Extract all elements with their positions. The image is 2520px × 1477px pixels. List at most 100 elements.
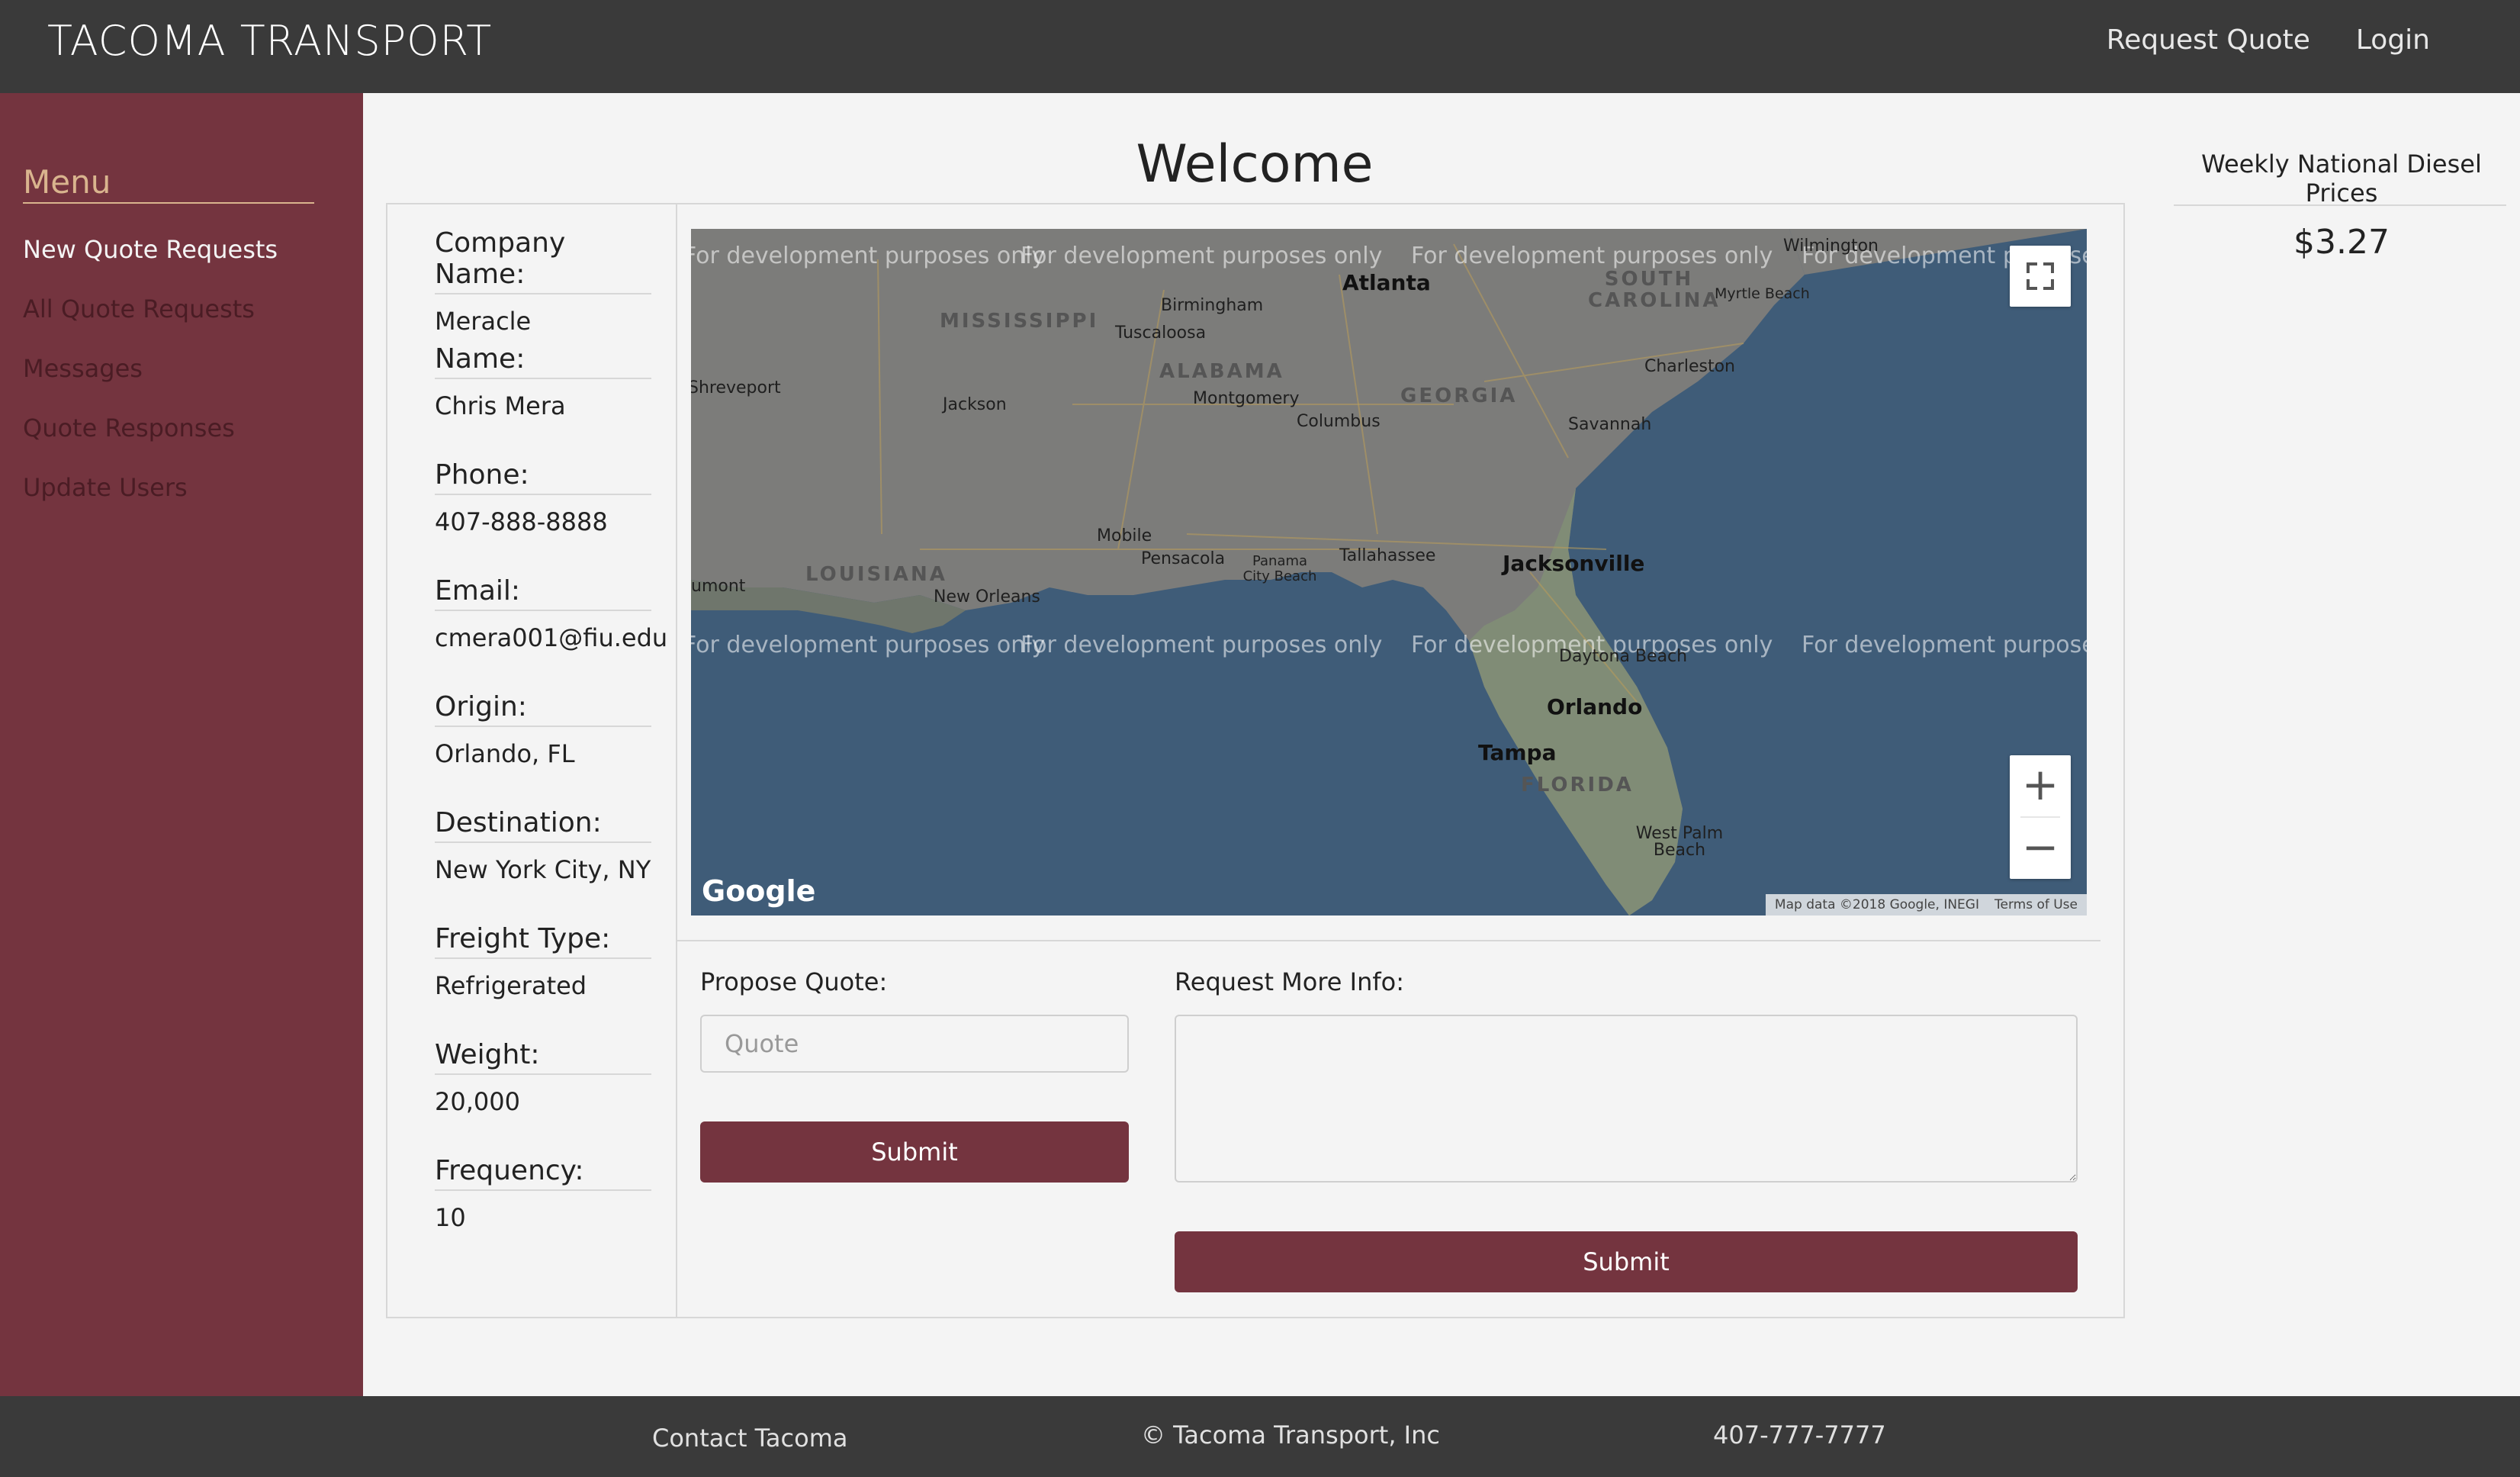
sidebar-item-messages[interactable]: Messages [23, 354, 278, 413]
terms-of-use-link[interactable]: Terms of Use [1994, 897, 2078, 912]
map-city-label: West Palm Beach [1635, 824, 1724, 860]
map-city-label: Jacksonville [1503, 551, 1645, 576]
sidebar-item-all-quote-requests[interactable]: All Quote Requests [23, 294, 278, 354]
menu-title: Menu [23, 163, 314, 204]
top-navbar: TACOMA TRANSPORT Request Quote Login [0, 0, 2520, 93]
detail-value: Meracle [435, 307, 532, 336]
detail-value: New York City, NY [435, 855, 651, 884]
google-logo[interactable]: Google [702, 874, 815, 908]
detail-value: 10 [435, 1203, 466, 1232]
detail-label: Origin: [435, 691, 651, 727]
map-city-label: Panama City Beach [1242, 553, 1317, 584]
map-city-label: Columbus [1297, 412, 1381, 431]
map-data-credit: Map data ©2018 Google, INEGI [1774, 897, 1979, 912]
detail-label: Weight: [435, 1039, 651, 1075]
detail-value: Refrigerated [435, 971, 587, 1000]
propose-quote-label: Propose Quote: [700, 967, 888, 996]
map-city-label: Montgomery [1193, 389, 1300, 408]
map-attribution: Map data ©2018 Google, INEGI Terms of Us… [1765, 894, 2087, 915]
map-city-label: Jackson [943, 395, 1007, 414]
map-city-label: umont [691, 577, 746, 596]
detail-destination: Destination: New York City, NY [435, 807, 651, 923]
zoom-out-button[interactable]: − [2010, 818, 2071, 879]
sidebar-item-quote-responses[interactable]: Quote Responses [23, 413, 278, 473]
detail-value: 20,000 [435, 1087, 520, 1116]
map-watermark: For development purposes only [691, 243, 1046, 269]
detail-email: Email: cmera001@fiu.edu [435, 575, 668, 691]
map-city-label: Orlando [1547, 694, 1643, 719]
detail-value: 407-888-8888 [435, 507, 608, 536]
diesel-divider [2174, 204, 2506, 206]
sidebar: Menu New Quote Requests All Quote Reques… [0, 93, 363, 1396]
map-state-label: GEORGIA [1400, 385, 1518, 407]
map-city-label: Charleston [1644, 357, 1735, 376]
map-watermark: For development purposes only [1021, 632, 1383, 658]
quote-input[interactable] [700, 1015, 1129, 1073]
map-watermark: For development purposes only [691, 632, 1046, 658]
map-state-label: FLORIDA [1521, 774, 1634, 796]
submit-more-info-button[interactable]: Submit [1175, 1231, 2078, 1292]
footer-phone: 407-777-7777 [1713, 1421, 1886, 1450]
detail-label: Destination: [435, 807, 651, 843]
request-details: Company Name: Meracle Name: Chris Mera P… [435, 227, 668, 1271]
detail-origin: Origin: Orlando, FL [435, 691, 651, 807]
map-city-label: Savannah [1568, 415, 1652, 434]
fullscreen-icon [2027, 262, 2054, 290]
page-title: Welcome [1136, 134, 1374, 195]
detail-label: Frequency: [435, 1155, 651, 1191]
map-city-label: Atlanta [1342, 270, 1431, 295]
map-city-label: Tallahassee [1339, 546, 1436, 565]
footer-copyright: © Tacoma Transport, Inc [1141, 1421, 1440, 1450]
detail-value: Orlando, FL [435, 739, 575, 768]
submit-quote-button[interactable]: Submit [700, 1121, 1129, 1183]
detail-label: Company Name: [435, 227, 651, 294]
footer: Contact Tacoma © Tacoma Transport, Inc 4… [0, 1396, 2520, 1477]
map-watermark: For development purposes only [1411, 243, 1773, 269]
map-city-label: Shreveport [691, 378, 781, 397]
zoom-control: + − [2010, 755, 2071, 879]
detail-label: Name: [435, 343, 651, 379]
map-city-label: Tuscaloosa [1115, 323, 1207, 343]
map-city-label: Myrtle Beach [1715, 285, 1810, 302]
map-city-label: Wilmington [1783, 237, 1879, 256]
map-state-label: MISSISSIPPI [940, 310, 1099, 333]
nav-request-quote-link[interactable]: Request Quote [2107, 24, 2310, 56]
zoom-in-button[interactable]: + [2010, 755, 2071, 816]
detail-label: Freight Type: [435, 923, 651, 959]
detail-company-name: Company Name: Meracle [435, 227, 651, 343]
detail-name: Name: Chris Mera [435, 343, 651, 459]
map-state-label: ALABAMA [1159, 360, 1284, 383]
map-watermark: For development purposes only [1021, 243, 1383, 269]
map-city-label: Tampa [1478, 740, 1557, 765]
panel-divider [676, 203, 677, 1318]
detail-freight-type: Freight Type: Refrigerated [435, 923, 651, 1039]
footer-contact-link[interactable]: Contact Tacoma [652, 1424, 847, 1453]
more-info-textarea[interactable] [1175, 1015, 2078, 1183]
sidebar-item-update-users[interactable]: Update Users [23, 473, 278, 533]
nav-login-link[interactable]: Login [2356, 24, 2430, 56]
route-map[interactable]: For development purposes only For develo… [691, 229, 2087, 915]
request-more-info-label: Request More Info: [1175, 967, 1404, 996]
form-divider [677, 940, 2101, 941]
map-state-label: LOUISIANA [805, 563, 947, 586]
diesel-prices-title: Weekly National Diesel Prices [2201, 150, 2482, 208]
map-city-label: Pensacola [1141, 549, 1226, 568]
map-city-label: Birmingham [1161, 296, 1264, 315]
detail-label: Phone: [435, 459, 651, 495]
map-city-label: Mobile [1097, 526, 1152, 545]
detail-phone: Phone: 407-888-8888 [435, 459, 651, 575]
map-state-label: SOUTH CAROLINA [1588, 268, 1721, 312]
diesel-price-value: $3.27 [2293, 223, 2390, 262]
map-city-label: Daytona Beach [1559, 647, 1688, 666]
detail-label: Email: [435, 575, 651, 611]
map-watermark: For development purposes only [1802, 632, 2087, 658]
brand-logo[interactable]: TACOMA TRANSPORT [47, 17, 492, 65]
fullscreen-button[interactable] [2010, 246, 2071, 307]
top-nav: Request Quote Login [2107, 24, 2430, 56]
menu-list: New Quote Requests All Quote Requests Me… [23, 235, 278, 533]
map-city-label: New Orleans [934, 587, 1040, 607]
detail-value: Chris Mera [435, 391, 566, 420]
detail-frequency: Frequency: 10 [435, 1155, 651, 1271]
detail-value: cmera001@fiu.edu [435, 623, 668, 652]
sidebar-item-new-quote-requests[interactable]: New Quote Requests [23, 235, 278, 294]
